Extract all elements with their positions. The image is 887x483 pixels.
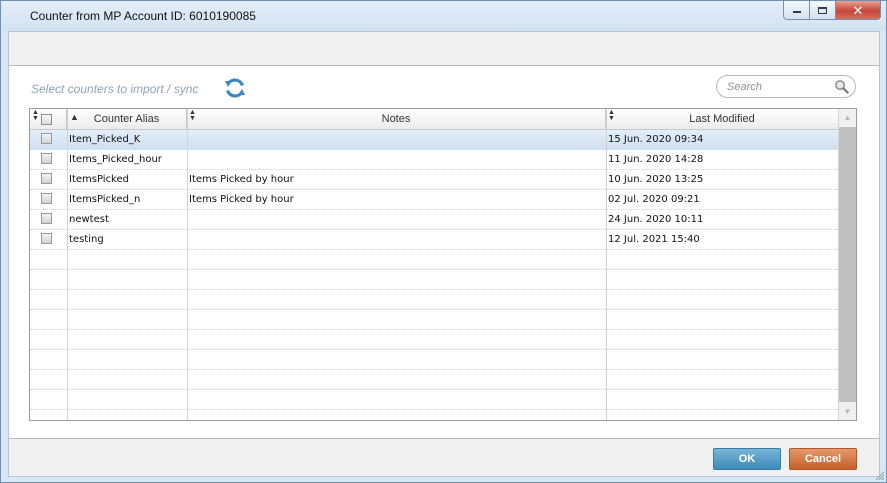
empty-row (30, 270, 838, 290)
column-divider (67, 109, 68, 420)
header-last-modified[interactable]: ▲ ▼ Last Modified (606, 109, 838, 130)
table-row[interactable]: testing 12 Jul. 2021 15:40 (30, 230, 838, 250)
header-notes-label: Notes (381, 113, 411, 125)
grid-header: ▲ ▼ ▲ Counter Alias ▲ ▼ Notes ▲ ▼ Last Modi… (30, 109, 838, 130)
scroll-up-icon[interactable]: ▲ (839, 109, 856, 126)
maximize-button[interactable] (810, 1, 836, 20)
empty-row (30, 350, 838, 370)
table-row[interactable]: newtest 24 Jun. 2020 10:11 (30, 210, 838, 230)
vertical-scrollbar[interactable]: ▲ ▼ (838, 109, 856, 420)
maximize-icon (818, 6, 827, 14)
grid-rows: Item_Picked_K 15 Jun. 2020 09:34 Items_P… (30, 130, 838, 410)
row-checkbox[interactable] (41, 233, 52, 244)
row-check-cell (30, 190, 67, 210)
dialog-footer: OK Cancel (9, 438, 879, 476)
column-divider (606, 109, 607, 420)
empty-row (30, 390, 838, 410)
top-toolbar (9, 32, 879, 66)
row-last-modified: 02 Jul. 2020 09:21 (608, 194, 700, 205)
close-button[interactable]: ✕ (836, 1, 881, 20)
row-checkbox[interactable] (41, 153, 52, 164)
row-last-modified: 10 Jun. 2020 13:25 (608, 174, 704, 185)
row-alias: ItemsPicked (69, 174, 129, 185)
select-counters-label: Select counters to import / sync (31, 82, 199, 96)
row-alias: Item_Picked_K (69, 134, 141, 145)
row-last-modified: 24 Jun. 2020 10:11 (608, 214, 704, 225)
row-last-modified: 15 Jun. 2020 09:34 (608, 134, 704, 145)
row-checkbox[interactable] (41, 173, 52, 184)
row-notes (187, 130, 606, 150)
resize-grip-icon[interactable] (874, 470, 884, 480)
search-box[interactable] (716, 75, 856, 98)
header-counter-alias-label: Counter Alias (93, 113, 160, 125)
row-checkbox[interactable] (41, 133, 52, 144)
row-check-cell (30, 170, 67, 190)
minimize-button[interactable] (783, 1, 810, 20)
minimize-icon (792, 10, 801, 13)
header-last-modified-label: Last Modified (689, 113, 755, 125)
empty-row (30, 330, 838, 350)
row-notes (187, 210, 606, 230)
magnifier-icon[interactable] (834, 79, 849, 94)
row-last-modified: 12 Jul. 2021 15:40 (608, 234, 700, 245)
row-notes: Items Picked by hour (189, 194, 294, 205)
row-alias: Items_Picked_hour (69, 154, 162, 165)
scroll-thumb[interactable] (839, 127, 856, 402)
row-check-cell (30, 150, 67, 170)
table-row[interactable]: Items_Picked_hour 11 Jun. 2020 14:28 (30, 150, 838, 170)
row-notes: Items Picked by hour (189, 174, 294, 185)
sort-arrows-icon: ▲ ▼ (32, 109, 39, 122)
close-icon: ✕ (852, 2, 864, 18)
row-check-cell (30, 230, 67, 250)
window-controls: ✕ (783, 1, 881, 21)
row-last-modified: 11 Jun. 2020 14:28 (608, 154, 704, 165)
refresh-icon[interactable] (223, 76, 247, 100)
column-divider (187, 109, 188, 420)
row-check-cell (30, 210, 67, 230)
table-row[interactable]: ItemsPicked Items Picked by hour 10 Jun.… (30, 170, 838, 190)
ok-button[interactable]: OK (713, 448, 781, 470)
empty-row (30, 310, 838, 330)
row-alias: newtest (69, 214, 109, 225)
table-row[interactable]: ItemsPicked_n Items Picked by hour 02 Ju… (30, 190, 838, 210)
row-check-cell (30, 130, 67, 150)
empty-row (30, 290, 838, 310)
row-checkbox[interactable] (41, 213, 52, 224)
header-counter-alias[interactable]: ▲ Counter Alias (67, 109, 187, 130)
cancel-button[interactable]: Cancel (789, 448, 857, 470)
row-checkbox[interactable] (41, 193, 52, 204)
window-title: Counter from MP Account ID: 6010190085 (30, 9, 256, 23)
counters-grid: ▲ ▼ ▲ Counter Alias ▲ ▼ Notes ▲ ▼ Last Modi… (29, 108, 857, 421)
search-input[interactable] (727, 79, 827, 94)
dialog-window: Counter from MP Account ID: 6010190085 ✕… (0, 0, 887, 483)
row-alias: testing (69, 234, 104, 245)
row-notes (187, 230, 606, 250)
table-row[interactable]: Item_Picked_K 15 Jun. 2020 09:34 (30, 130, 838, 150)
header-notes[interactable]: ▲ ▼ Notes (187, 109, 606, 130)
empty-row (30, 370, 838, 390)
title-bar[interactable]: Counter from MP Account ID: 6010190085 ✕ (1, 1, 886, 31)
row-notes (187, 150, 606, 170)
dialog-body: Select counters to import / sync ▲▼ ▲ (8, 31, 880, 477)
scroll-down-icon[interactable]: ▼ (839, 403, 856, 420)
select-all-checkbox[interactable] (41, 114, 52, 125)
header-select-all[interactable]: ▲ ▼ (30, 109, 67, 130)
empty-row (30, 250, 838, 270)
row-alias: ItemsPicked_n (69, 194, 141, 205)
